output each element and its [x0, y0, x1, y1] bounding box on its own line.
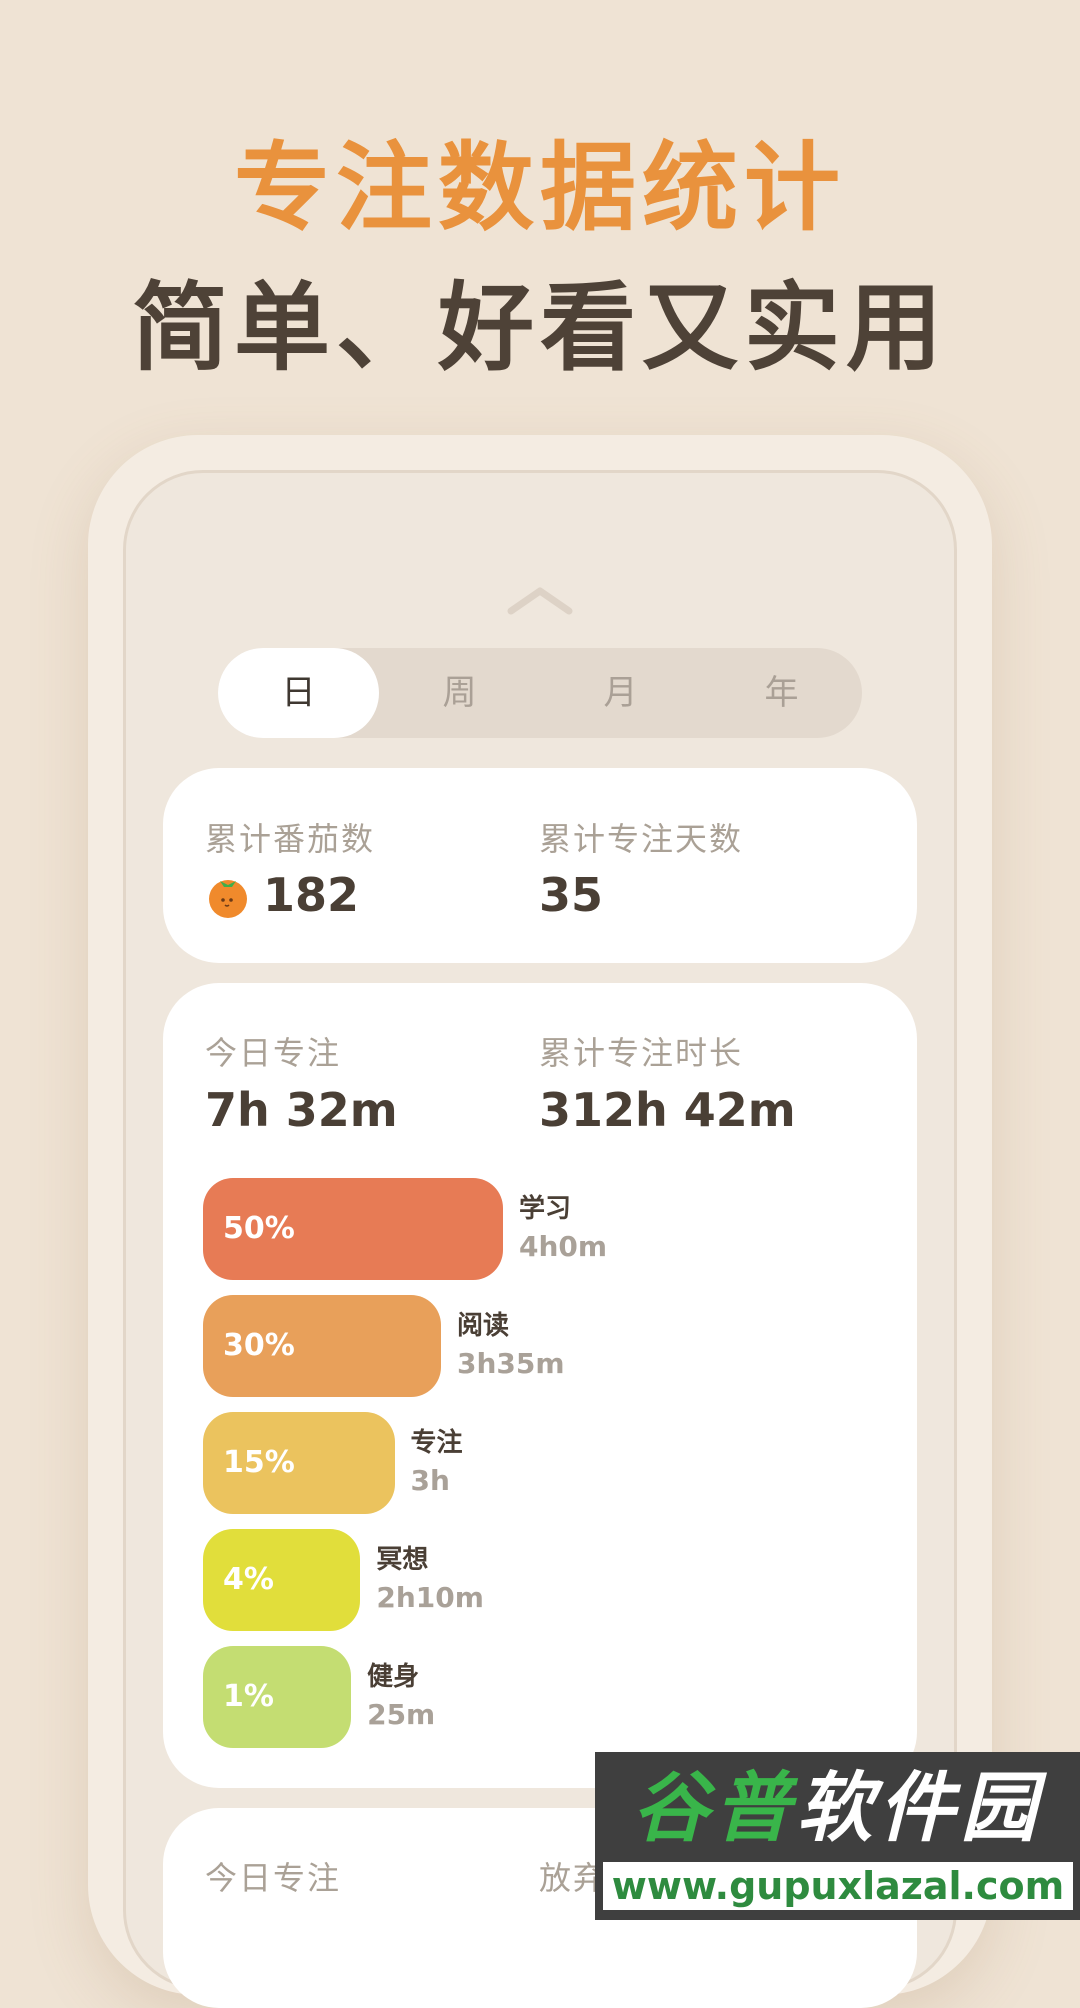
category-duration: 2h10m [376, 1581, 484, 1614]
category-bar[interactable]: 50% [203, 1178, 503, 1280]
tab-year[interactable]: 年 [701, 648, 862, 738]
category-name: 冥想 [376, 1545, 429, 1575]
headline-primary: 专注数据统计 [234, 132, 846, 244]
category-bar[interactable]: 15% [203, 1412, 395, 1514]
category-bar[interactable]: 30% [203, 1295, 441, 1397]
chevron-up-icon[interactable] [505, 585, 575, 615]
focus-days-label: 累计专注天数 [539, 820, 744, 858]
period-segmented-control: 日 周 月 年 [218, 648, 862, 738]
tab-week[interactable]: 周 [379, 648, 540, 738]
summary-card: 累计番茄数 182 累计专注天数 35 [163, 768, 917, 963]
category-duration: 3h35m [457, 1347, 565, 1380]
category-duration: 4h0m [519, 1230, 608, 1263]
category-duration: 3h [410, 1464, 450, 1497]
headline-secondary: 简单、好看又实用 [132, 272, 948, 384]
watermark: 谷普软件园 www.gupuxlazal.com [595, 1752, 1080, 1920]
today-focus-label-2: 今日专注 [205, 1859, 342, 1897]
category-name: 专注 [410, 1428, 463, 1458]
category-name: 阅读 [457, 1311, 510, 1341]
category-name: 学习 [519, 1194, 572, 1224]
category-name: 健身 [367, 1662, 420, 1692]
tomato-count-label: 累计番茄数 [205, 820, 376, 858]
watermark-brand-white: 软件园 [796, 1763, 1043, 1852]
focus-stats-card: 今日专注 7h 32m 累计专注时长 312h 42m 50% 学习 4h0m 30%… [163, 983, 917, 1788]
today-focus-value: 7h 32m [205, 1083, 398, 1137]
today-focus-label: 今日专注 [205, 1034, 342, 1072]
watermark-brand-green: 谷普 [632, 1763, 797, 1852]
tomato-icon [209, 880, 247, 918]
tab-day[interactable]: 日 [218, 648, 379, 738]
total-focus-value: 312h 42m [539, 1083, 796, 1137]
total-focus-label: 累计专注时长 [539, 1034, 744, 1072]
category-bar[interactable]: 4% [203, 1529, 361, 1631]
watermark-url: www.gupuxlazal.com [603, 1862, 1073, 1910]
category-duration: 25m [367, 1698, 436, 1731]
category-bar[interactable]: 1% [203, 1646, 352, 1748]
tomato-count-value: 182 [263, 868, 360, 922]
focus-days-value: 35 [539, 868, 604, 922]
watermark-brand: 谷普软件园 [605, 1760, 1070, 1855]
tab-month[interactable]: 月 [540, 648, 701, 738]
